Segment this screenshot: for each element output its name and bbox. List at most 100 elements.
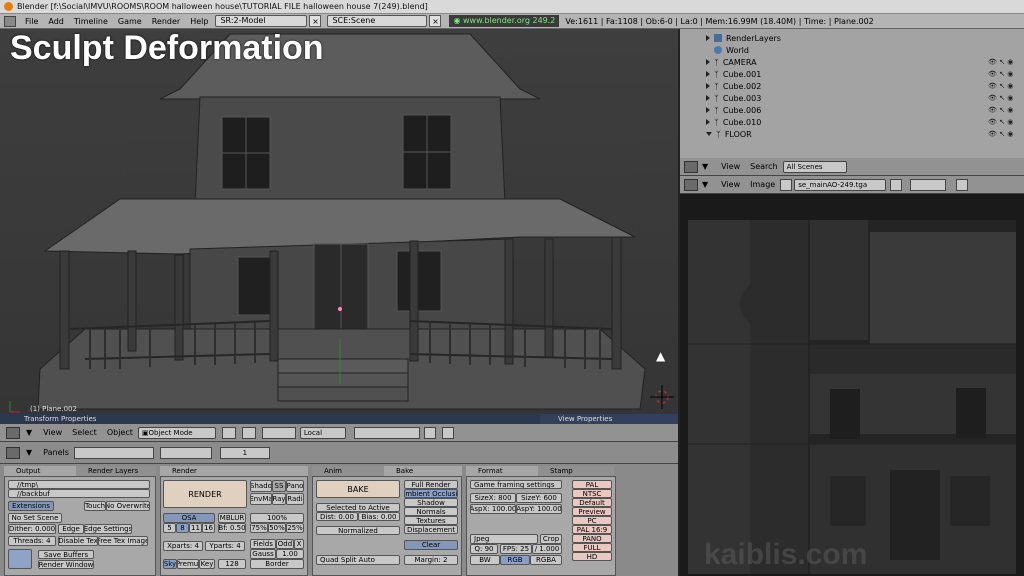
no-overwrite-button[interactable]: No Overwrite (106, 501, 150, 511)
backbuf-path-field[interactable]: //backbuf (8, 489, 150, 498)
quality-field[interactable]: Q: 90 (470, 544, 498, 554)
render-window-selector[interactable]: Render Window (38, 560, 94, 569)
rgb-button[interactable]: RGB (500, 555, 530, 565)
outliner-row-cube003[interactable]: ᛉ Cube.003 (706, 92, 761, 104)
layer-buttons[interactable] (353, 426, 420, 439)
render-window-icon[interactable] (8, 549, 32, 569)
preset-preview[interactable]: Preview (572, 507, 612, 516)
size-75-button[interactable]: 75% (250, 523, 268, 533)
normalized-toggle[interactable]: Normalized (316, 526, 400, 535)
menu-timeline[interactable]: Timeline (69, 17, 113, 26)
expand-icon[interactable] (706, 83, 710, 89)
size-50-button[interactable]: 50% (268, 523, 286, 533)
odd-toggle[interactable]: Odd (276, 539, 294, 549)
shadow-option[interactable]: Shadow (404, 498, 458, 507)
sky-button[interactable]: Sky (163, 559, 177, 569)
fields-toggle[interactable]: Fields (250, 539, 276, 549)
context-icons[interactable] (73, 446, 154, 459)
close-scene-icon[interactable]: × (429, 15, 442, 27)
view-menu[interactable]: View (38, 428, 67, 437)
key-button[interactable]: Key (199, 559, 215, 569)
buttons-collapse-icon[interactable]: ▼ (26, 448, 32, 457)
image-browse-icon[interactable] (780, 178, 793, 191)
osa-8-button[interactable]: 8 (176, 523, 189, 533)
gauss-selector[interactable]: Gauss (250, 549, 276, 559)
rgba-button[interactable]: RGBA (530, 555, 562, 565)
menu-file[interactable]: File (20, 17, 43, 26)
visibility-column[interactable]: 👁 ↖ ◉ 👁 ↖ ◉ 👁 ↖ ◉ 👁 ↖ ◉ 👁 ↖ ◉ 👁 ↖ ◉ 👁 ↖ ◉ (988, 56, 1024, 140)
premul-button[interactable]: Premul (177, 559, 199, 569)
fps-field[interactable]: FPS: 25 (500, 544, 532, 554)
screen-selector[interactable]: SR:2-Model (215, 15, 308, 27)
select-menu[interactable]: Select (67, 428, 102, 437)
outliner-row-renderlayers[interactable]: RenderLayers (706, 32, 781, 44)
outliner-search-menu[interactable]: Search (745, 162, 782, 171)
buttons-editor-icon[interactable] (6, 446, 20, 459)
dist-field[interactable]: Dist: 0.00 (316, 512, 358, 521)
image-tools-icons[interactable] (910, 178, 947, 191)
preset-hd[interactable]: HD (572, 552, 612, 561)
expand-icon[interactable] (706, 59, 710, 65)
scene-selector[interactable]: SCE:Scene (327, 15, 428, 27)
scenes-selector[interactable]: All Scenes (782, 160, 847, 173)
outliner-collapse-icon[interactable]: ▼ (702, 162, 708, 171)
tab-stamp[interactable]: Stamp (538, 466, 614, 476)
ray-toggle[interactable]: Ray (272, 493, 286, 505)
draw-type-icon[interactable] (221, 426, 236, 439)
outliner-row-cube006[interactable]: ᛉ Cube.006 (706, 104, 761, 116)
gauss-value[interactable]: 1.00 (276, 549, 304, 559)
touch-button[interactable]: Touch (84, 501, 106, 511)
view-editor-icon[interactable] (6, 426, 20, 439)
radio-toggle[interactable]: Radi (286, 493, 304, 505)
osa-11-button[interactable]: 11 (189, 523, 202, 533)
outliner-editor-icon[interactable] (684, 160, 698, 173)
bake-button[interactable]: BAKE (316, 480, 400, 498)
lock-icon[interactable] (423, 426, 436, 439)
bw-button[interactable]: BW (470, 555, 500, 565)
xparts-field[interactable]: Xparts: 4 (163, 541, 203, 551)
threads-field[interactable]: Threads: 4 (8, 536, 56, 546)
margin-field[interactable]: Margin: 2 (404, 555, 458, 565)
selected-to-active-toggle[interactable]: Selected to Active (316, 503, 400, 512)
sizex-field[interactable]: SizeX: 800 (470, 493, 516, 503)
menu-game[interactable]: Game (113, 17, 147, 26)
image-pack-icon[interactable] (890, 178, 903, 191)
disable-tex-button[interactable]: Disable Tex (58, 536, 98, 546)
outliner-view-menu[interactable]: View (716, 162, 745, 171)
output-path-field[interactable]: //tmp\ (8, 480, 150, 489)
outliner-row-floor[interactable]: ᛉ FLOOR (706, 128, 752, 140)
image-view-menu[interactable]: View (716, 180, 745, 189)
normals-option[interactable]: Normals (404, 507, 458, 516)
size-25-button[interactable]: 25% (286, 523, 304, 533)
textures-option[interactable]: Textures (404, 516, 458, 525)
shadow-toggle[interactable]: Shado (250, 480, 272, 492)
sizey-field[interactable]: SizeY: 600 (516, 493, 562, 503)
aspy-field[interactable]: AspY: 100.00 (516, 504, 562, 514)
mode-selector[interactable]: ▣ Object Mode (137, 426, 216, 439)
save-buffers-button[interactable]: Save Buffers (38, 550, 94, 559)
image-editor-icon[interactable] (684, 178, 698, 191)
pivot-icon[interactable] (241, 426, 256, 439)
render-preview-icon[interactable] (441, 426, 454, 439)
preset-pc[interactable]: PC (572, 516, 612, 525)
osa-5-button[interactable]: 5 (163, 523, 176, 533)
pano-toggle[interactable]: Pano (286, 480, 304, 492)
image-name-field[interactable]: se_mainAO-249.tga (794, 178, 887, 191)
ss-toggle[interactable]: SS (272, 480, 286, 492)
preset-full[interactable]: FULL (572, 543, 612, 552)
free-tex-image-button[interactable]: Free Tex Image (98, 536, 148, 546)
extensions-button[interactable]: Extensions (8, 501, 54, 511)
tab-render-layers[interactable]: Render Layers (76, 466, 156, 476)
menu-render[interactable]: Render (147, 17, 185, 26)
preset-ntsc[interactable]: NTSC (572, 489, 612, 498)
border-toggle[interactable]: Border (250, 559, 304, 569)
no-set-scene-toggle[interactable]: No Set Scene (8, 513, 62, 523)
bit-depth-selector[interactable]: 128 (218, 559, 246, 569)
preset-pal[interactable]: PAL (572, 480, 612, 489)
game-framing-button[interactable]: Game framing settings (470, 480, 562, 489)
file-type-selector[interactable]: Jpeg (470, 534, 538, 544)
close-screen-icon[interactable]: × (309, 15, 322, 27)
outliner-row-cube010[interactable]: ᛉ Cube.010 (706, 116, 761, 128)
aspx-field[interactable]: AspX: 100.00 (470, 504, 516, 514)
sub-context-icons[interactable] (159, 446, 212, 459)
